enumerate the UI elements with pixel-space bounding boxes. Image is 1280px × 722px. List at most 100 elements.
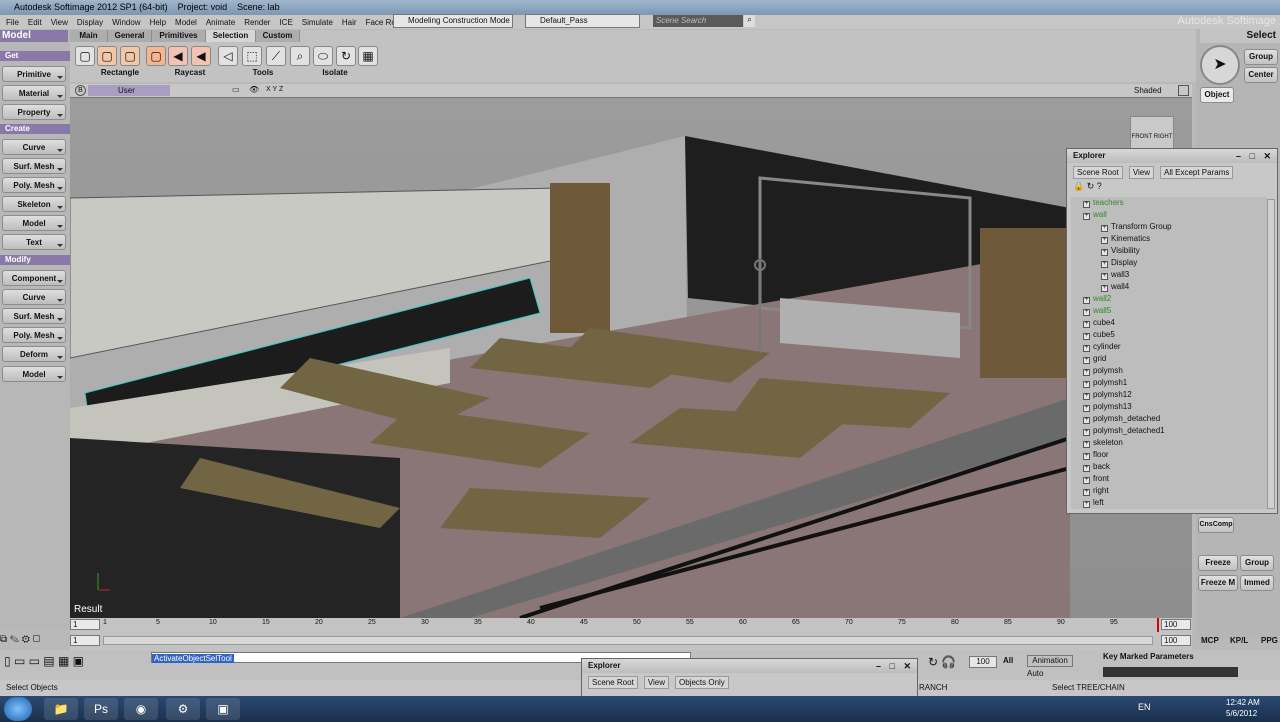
create-text-button[interactable]: Text — [2, 234, 66, 250]
menu-render[interactable]: Render — [244, 18, 270, 27]
menu-ice[interactable]: ICE — [279, 18, 292, 27]
tree-node[interactable]: + wall5 — [1083, 305, 1111, 317]
expand-icon[interactable]: + — [1083, 357, 1090, 364]
tree-node[interactable]: + cube4 — [1083, 317, 1115, 329]
axis-labels[interactable]: X Y Z — [266, 86, 283, 93]
tree-node[interactable]: + right — [1083, 485, 1109, 497]
expand-icon[interactable]: + — [1083, 393, 1090, 400]
tree-node[interactable]: + front — [1083, 473, 1109, 485]
tab-selection[interactable]: Selection — [206, 30, 256, 42]
create-skeleton-button[interactable]: Skeleton — [2, 196, 66, 212]
freeze-button[interactable]: Freeze — [1198, 555, 1238, 571]
close-icon[interactable]: ✕ — [1263, 149, 1271, 163]
menu-view[interactable]: View — [51, 18, 68, 27]
range-slider[interactable] — [103, 636, 1153, 645]
select-group-button[interactable]: Group — [1244, 49, 1278, 65]
range-end-field[interactable]: 100 — [1161, 635, 1191, 646]
expand-icon[interactable]: + — [1083, 465, 1090, 472]
expand-icon[interactable]: + — [1083, 453, 1090, 460]
tree-node[interactable]: + Transform Group — [1101, 221, 1172, 233]
window-taskbar-icon[interactable]: ▣ — [206, 698, 240, 720]
viewport-3d[interactable]: FRONT RIGHT Result — [70, 98, 1192, 618]
get-material-button[interactable]: Material — [2, 85, 66, 101]
tab-custom[interactable]: Custom — [256, 30, 300, 42]
select-polygon-cube-icon[interactable]: ▢ — [146, 46, 166, 66]
lock-icon[interactable]: 🔒 — [1073, 181, 1084, 191]
select-object-cube-icon[interactable]: ▢ — [75, 46, 95, 66]
tree-node[interactable]: + teachers — [1083, 197, 1124, 209]
tree-node[interactable]: + polymsh — [1083, 365, 1123, 377]
timeline-ruler[interactable]: 1 5 10 15 20 25 30 35 40 45 50 55 60 65 70 75 80 85 90 95 — [103, 618, 1153, 632]
animation-button[interactable]: Animation — [1027, 655, 1073, 667]
expand-icon[interactable]: + — [1083, 321, 1090, 328]
explorer-scrollbar[interactable] — [1267, 199, 1275, 509]
select-object-button[interactable]: Object — [1200, 87, 1234, 103]
maximize-viewport-icon[interactable] — [1178, 85, 1189, 96]
tree-node[interactable]: + polymsh12 — [1083, 389, 1132, 401]
expand-icon[interactable]: + — [1083, 417, 1090, 424]
tree-node[interactable]: + wall3 — [1101, 269, 1129, 281]
all-button[interactable]: All — [1003, 656, 1013, 665]
range-start-field[interactable]: 1 — [70, 635, 100, 646]
tree-node[interactable]: + polymsh_detached1 — [1083, 425, 1165, 437]
scene-root-dropdown[interactable]: Scene Root — [588, 675, 638, 689]
timeline-end-field[interactable]: 100 — [1161, 619, 1191, 630]
minimize-icon[interactable]: – — [1236, 149, 1241, 163]
create-poly-mesh-button[interactable]: Poly. Mesh — [2, 177, 66, 193]
shading-mode[interactable]: Shaded — [1134, 86, 1162, 95]
expand-icon[interactable]: + — [1083, 297, 1090, 304]
filter-dropdown[interactable]: All Except Params — [1160, 165, 1234, 179]
select-edge-cube-icon[interactable]: ▢ — [120, 46, 140, 66]
timeline-start-field[interactable]: 1 — [70, 619, 100, 630]
kpl-tab[interactable]: KP/L — [1230, 636, 1248, 645]
expand-icon[interactable]: + — [1083, 477, 1090, 484]
expand-icon[interactable]: + — [1083, 441, 1090, 448]
group-button[interactable]: Group — [1240, 555, 1274, 571]
viewport-b-icon[interactable]: B — [75, 85, 86, 96]
maximize-icon[interactable]: □ — [890, 659, 895, 673]
tree-node[interactable]: + skeleton — [1083, 437, 1123, 449]
tree-node[interactable]: + back — [1083, 461, 1110, 473]
tree-node[interactable]: + wall4 — [1101, 281, 1129, 293]
select-center-button[interactable]: Center — [1244, 67, 1278, 83]
expand-icon[interactable]: + — [1083, 213, 1090, 220]
tree-node[interactable]: + polymsh13 — [1083, 401, 1132, 413]
select-point-cube-icon[interactable]: ▢ — [97, 46, 117, 66]
explorer-taskbar-icon[interactable]: 📁 — [44, 698, 78, 720]
tree-node[interactable]: + Kinematics — [1101, 233, 1150, 245]
expand-icon[interactable]: + — [1083, 429, 1090, 436]
camera-dropdown[interactable]: User — [88, 85, 170, 96]
immed-button[interactable]: Immed — [1240, 575, 1274, 591]
toolbar-mode-dropdown[interactable]: Model — [0, 30, 68, 42]
expand-icon[interactable]: + — [1101, 261, 1108, 268]
cnscomp-button[interactable]: CnsComp — [1198, 517, 1234, 533]
expand-icon[interactable]: + — [1083, 381, 1090, 388]
layout-icons[interactable]: ▯ ▭ ▭ ▤ ▦ ▣ — [4, 654, 84, 668]
tree-node[interactable]: + wall — [1083, 209, 1107, 221]
view-dropdown[interactable]: View — [1128, 165, 1155, 179]
expand-icon[interactable]: + — [1083, 201, 1090, 208]
modify-poly-mesh-button[interactable]: Poly. Mesh — [2, 327, 66, 343]
construction-mode-combo[interactable]: Modeling Construction Mode — [393, 14, 513, 28]
key-marked-parameters[interactable]: Key Marked Parameters — [1103, 652, 1194, 661]
menu-hair[interactable]: Hair — [342, 18, 357, 27]
menu-model[interactable]: Model — [175, 18, 197, 27]
loop-tool-icon[interactable]: ↻ — [336, 46, 356, 66]
close-icon[interactable]: ✕ — [903, 659, 911, 673]
chrome-taskbar-icon[interactable]: ◉ — [124, 698, 158, 720]
select-arrow-icon[interactable]: ➤ — [1200, 45, 1240, 85]
tree-node[interactable]: + polymsh_detached — [1083, 413, 1160, 425]
lasso-select-icon[interactable]: ⟋ — [266, 46, 286, 66]
paint-select-icon[interactable]: ⬭ — [313, 46, 333, 66]
frame-field[interactable]: 100 — [969, 656, 997, 668]
tree-node[interactable]: + floor — [1083, 449, 1109, 461]
softimage-taskbar-icon[interactable]: ⚙ — [166, 698, 200, 720]
expand-icon[interactable]: + — [1083, 309, 1090, 316]
get-property-button[interactable]: Property — [2, 104, 66, 120]
tree-node[interactable]: + polymsh1 — [1083, 377, 1127, 389]
expand-icon[interactable]: + — [1101, 285, 1108, 292]
modify-surf-mesh-button[interactable]: Surf. Mesh — [2, 308, 66, 324]
tree-node[interactable]: + Visibility — [1101, 245, 1140, 257]
photoshop-taskbar-icon[interactable]: Ps — [84, 698, 118, 720]
tab-main[interactable]: Main — [70, 30, 108, 42]
